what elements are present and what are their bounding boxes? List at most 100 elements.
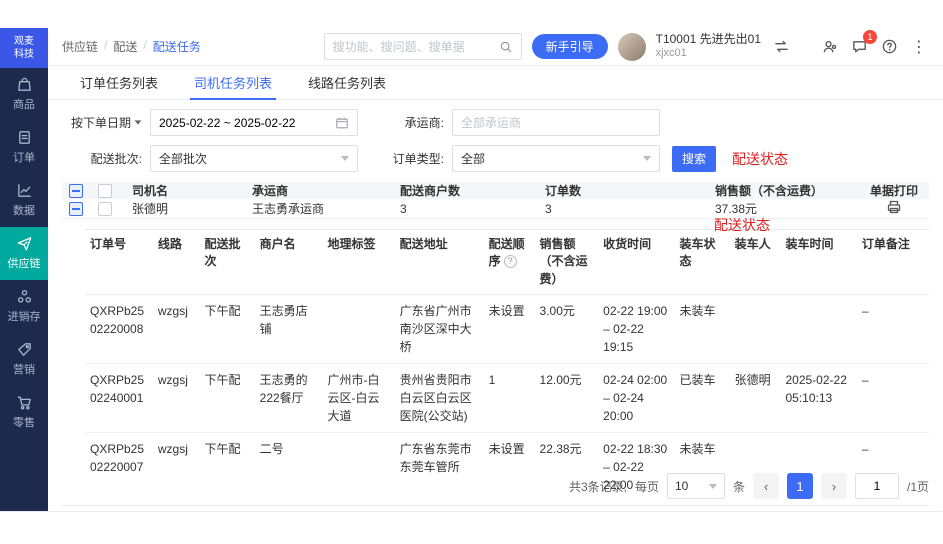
guide-button[interactable]: 新手引导: [532, 34, 608, 59]
chevron-down-icon: [643, 156, 651, 161]
app-logo: 观麦科技: [0, 28, 48, 68]
tab-route-task-list[interactable]: 线路任务列表: [290, 66, 404, 99]
sequence-help-icon[interactable]: ?: [504, 255, 517, 268]
sequence-cell: 1: [484, 364, 535, 433]
loader-cell: [730, 433, 781, 502]
sidebar-item-orders[interactable]: 订单: [0, 121, 48, 174]
order-no-link[interactable]: QXRPb2502220008: [85, 295, 153, 364]
help-icon[interactable]: [879, 37, 899, 57]
order-type-select[interactable]: 全部: [452, 145, 660, 172]
col-header-load-time: 装车时间: [780, 230, 856, 295]
filter-row: 按下单日期 承运商:: [62, 109, 929, 136]
sidebar-item-marketing[interactable]: 营销: [0, 333, 48, 386]
switch-account-icon[interactable]: [771, 37, 791, 57]
col-header-remark: 订单备注: [857, 230, 929, 295]
col-header-sales: 销售额（不含运费）: [535, 230, 599, 295]
logo-text: 观麦科技: [12, 35, 36, 61]
breadcrumb-supply-chain[interactable]: 供应链: [62, 38, 98, 55]
cart-icon: [16, 394, 33, 411]
breadcrumb: 供应链 / 配送 / 配送任务: [62, 38, 201, 55]
date-type-dropdown[interactable]: 按下单日期: [62, 114, 142, 131]
order-no-link[interactable]: QXRPb2502220007: [85, 433, 153, 502]
date-range-picker[interactable]: [150, 109, 358, 136]
col-header-order-no: 订单号: [85, 230, 153, 295]
sequence-cell: 未设置: [484, 433, 535, 502]
merchant-cell: 二号: [255, 433, 323, 502]
col-header-order-count: 订单数: [545, 182, 715, 199]
annotation-delivery-status: 配送状态: [714, 215, 770, 235]
breadcrumb-delivery[interactable]: 配送: [113, 38, 137, 55]
tab-order-task-list[interactable]: 订单任务列表: [62, 66, 176, 99]
carrier-name: 王志勇承运商: [252, 200, 400, 217]
calendar-icon: [335, 116, 349, 130]
supply-chain-icon: [16, 235, 33, 252]
order-no-link[interactable]: QXRPb2502240001: [85, 364, 153, 433]
print-icon[interactable]: [886, 199, 902, 218]
order-row: QXRPb2502220008 wzgsj 下午配 王志勇店铺 广东省广州市南沙…: [85, 295, 929, 364]
search-icon[interactable]: [499, 40, 513, 54]
global-search-input[interactable]: [333, 40, 493, 54]
sidebar-item-supply-chain[interactable]: 供应链: [0, 227, 48, 280]
receive-time-cell: 02-22 19:00 – 02-22 19:15: [598, 295, 674, 364]
sidebar-item-products[interactable]: 商品: [0, 68, 48, 121]
batch-cell: 下午配: [200, 364, 255, 433]
search-button[interactable]: 搜索: [672, 146, 716, 172]
loader-cell: 张德明: [730, 364, 781, 433]
sidebar-item-label: 数据: [13, 202, 35, 218]
line-cell: wzgsj: [153, 364, 200, 433]
col-header-carrier: 承运商: [252, 182, 400, 199]
batch-cell: 下午配: [200, 433, 255, 502]
org-contacts-icon[interactable]: [819, 37, 839, 57]
sales-cell: 22.38元: [535, 433, 599, 502]
batch-select[interactable]: 全部批次: [150, 145, 358, 172]
messages-icon[interactable]: 1: [849, 37, 869, 57]
sidebar-item-label: 进销存: [8, 308, 41, 324]
app-window: 观麦科技 商品 订单 数据 供应链 进销存 营销 零售: [0, 28, 943, 512]
merchant-count: 3: [400, 202, 545, 216]
filter-row: 配送批次: 全部批次 订单类型: 全部 搜索 配送状态: [62, 145, 929, 172]
sidebar-item-inventory[interactable]: 进销存: [0, 280, 48, 333]
receive-time-cell: 02-24 02:00 – 02-24 20:00: [598, 364, 674, 433]
receive-time-cell: 02-22 18:30 – 02-22 22:00: [598, 433, 674, 502]
order-row: QXRPb2502240001 wzgsj 下午配 王志勇的222餐厅 广州市-…: [85, 364, 929, 433]
col-header-line: 线路: [153, 230, 200, 295]
merchant-cell: 王志勇店铺: [255, 295, 323, 364]
order-icon: [16, 129, 33, 146]
batch-label: 配送批次:: [91, 150, 142, 167]
sales-cell: 3.00元: [535, 295, 599, 364]
sidebar-item-label: 订单: [13, 149, 35, 165]
load-time-cell: 2025-02-22 05:10:13: [780, 364, 856, 433]
batch-label-wrap: 配送批次:: [62, 150, 142, 167]
address-cell: 广东省广州市南沙区深中大桥: [395, 295, 484, 364]
row-checkbox[interactable]: [98, 202, 112, 216]
carrier-input[interactable]: [461, 116, 651, 130]
sidebar-item-data[interactable]: 数据: [0, 174, 48, 227]
carrier-input-box[interactable]: [452, 109, 660, 136]
select-all-checkbox[interactable]: [98, 184, 112, 198]
geo-tag-cell: 广州市-白云区-白云大道: [323, 364, 395, 433]
col-header-sales: 销售额（不含运费）: [715, 182, 859, 199]
user-account: xjxc01: [656, 47, 761, 61]
task-tabs: 订单任务列表 司机任务列表 线路任务列表: [48, 66, 943, 100]
main-content: 供应链 / 配送 / 配送任务 新手引导 T10001 先进先出01 xjxc0…: [48, 28, 943, 511]
tab-driver-task-list[interactable]: 司机任务列表: [176, 66, 290, 99]
date-type-label: 按下单日期: [71, 114, 131, 131]
collapse-row-toggle[interactable]: [69, 202, 83, 216]
order-table-header: 订单号 线路 配送批次 商户名 地理标签 配送地址 配送顺序? 销售额（不含运费…: [85, 230, 929, 295]
avatar[interactable]: [618, 33, 646, 61]
sidebar: 观麦科技 商品 订单 数据 供应链 进销存 营销 零售: [0, 28, 48, 511]
date-range-input[interactable]: [159, 116, 329, 130]
col-header-driver: 司机名: [120, 182, 252, 199]
tab-label: 订单任务列表: [80, 73, 158, 92]
more-menu-icon[interactable]: ⋮: [909, 37, 929, 57]
sequence-cell: 未设置: [484, 295, 535, 364]
loader-cell: [730, 295, 781, 364]
batch-cell: 下午配: [200, 295, 255, 364]
sidebar-item-retail[interactable]: 零售: [0, 386, 48, 439]
sidebar-item-label: 商品: [13, 96, 35, 112]
collapse-all-toggle[interactable]: [69, 184, 83, 198]
user-info[interactable]: T10001 先进先出01 xjxc01: [656, 32, 761, 61]
col-header-merchant-count: 配送商户数: [400, 182, 545, 199]
batch-select-value: 全部批次: [159, 150, 335, 167]
order-row: QXRPb2502220007 wzgsj 下午配 二号 广东省东莞市东莞车管所…: [85, 433, 929, 502]
